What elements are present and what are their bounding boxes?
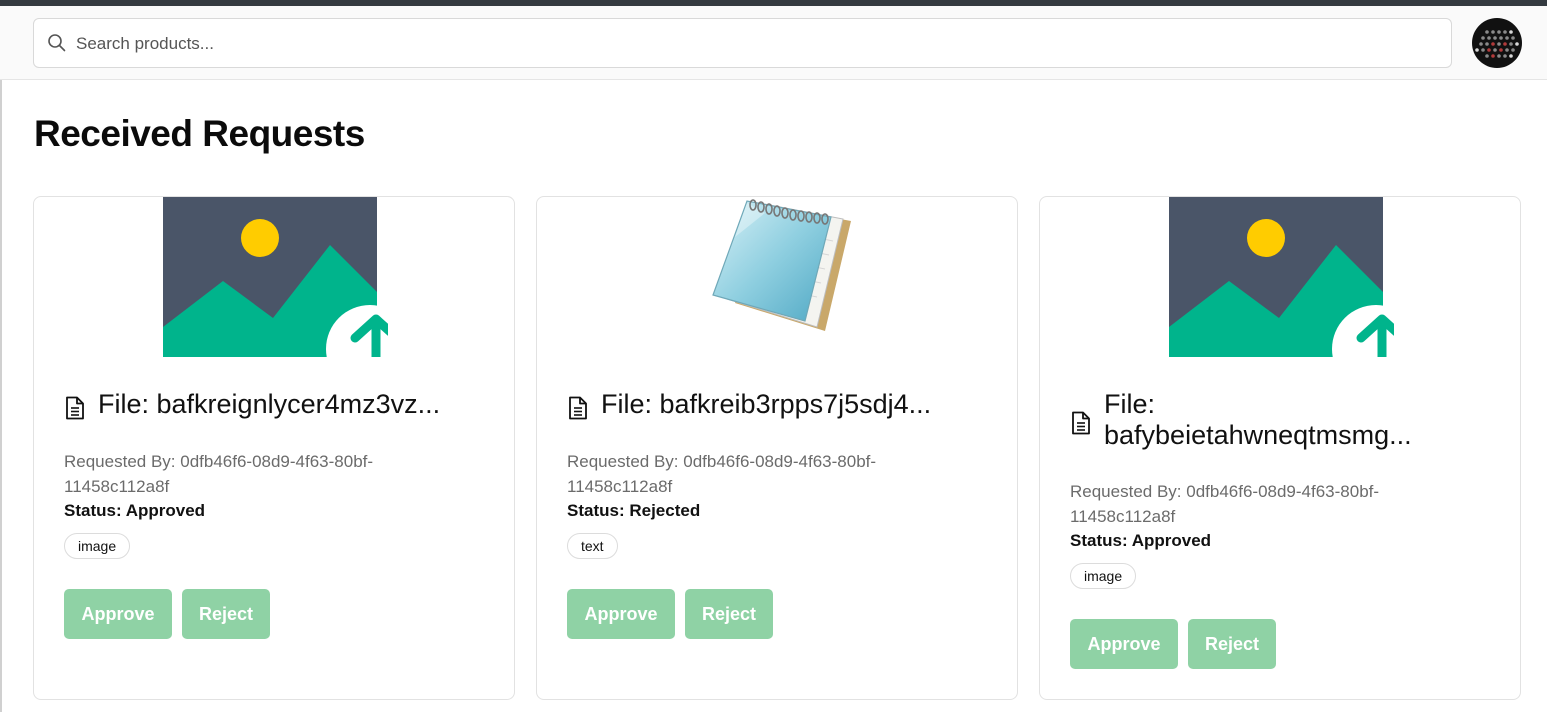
file-name: File: bafkreignlycer4mz3vz...: [98, 389, 441, 419]
request-card: File: bafybeietahwneqtmsmg... Requested …: [1039, 196, 1521, 700]
type-tag: text: [567, 533, 618, 559]
page-title: Received Requests: [34, 113, 365, 154]
file-name: File: bafybeietahwneqtmsmg...: [1104, 389, 1412, 450]
reject-button[interactable]: Reject: [182, 589, 270, 639]
requested-by: Requested By: 0dfb46f6-08d9-4f63-80bf-11…: [64, 452, 374, 496]
request-card: File: bafkreignlycer4mz3vz... Requested …: [33, 196, 515, 700]
document-icon: [569, 396, 587, 420]
approve-button[interactable]: Approve: [567, 589, 675, 639]
type-tag: image: [64, 533, 131, 559]
request-card: File: bafkreib3rpps7j5sdj4... Requested …: [536, 196, 1018, 700]
avatar[interactable]: [1472, 18, 1522, 68]
status-text: Status: Approved: [64, 501, 206, 520]
image-upload-icon: [163, 197, 388, 357]
search-box[interactable]: [33, 18, 1452, 69]
requested-by: Requested By: 0dfb46f6-08d9-4f63-80bf-11…: [567, 452, 877, 496]
search-input[interactable]: [74, 19, 1438, 69]
file-title: File: bafkreignlycer4mz3vz...: [64, 389, 484, 420]
reject-button[interactable]: Reject: [1188, 619, 1276, 669]
status-text: Status: Approved: [1070, 531, 1212, 550]
file-name: File: bafkreib3rpps7j5sdj4...: [601, 389, 932, 419]
notepad-icon: [712, 199, 851, 331]
avatar-dots-icon: [1475, 30, 1519, 58]
approve-button[interactable]: Approve: [64, 589, 172, 639]
requested-by: Requested By: 0dfb46f6-08d9-4f63-80bf-11…: [1070, 482, 1380, 526]
reject-button[interactable]: Reject: [685, 589, 773, 639]
document-icon: [1072, 411, 1090, 435]
type-tag: image: [1070, 563, 1137, 589]
image-upload-icon: [1169, 197, 1394, 357]
file-title: File: bafkreib3rpps7j5sdj4...: [567, 389, 987, 420]
document-icon: [66, 396, 84, 420]
file-title: File: bafybeietahwneqtmsmg...: [1070, 389, 1490, 451]
approve-button[interactable]: Approve: [1070, 619, 1178, 669]
search-icon: [48, 34, 66, 52]
page-left-border: [0, 80, 2, 712]
header-bar: [0, 6, 1547, 80]
status-text: Status: Rejected: [567, 501, 701, 520]
